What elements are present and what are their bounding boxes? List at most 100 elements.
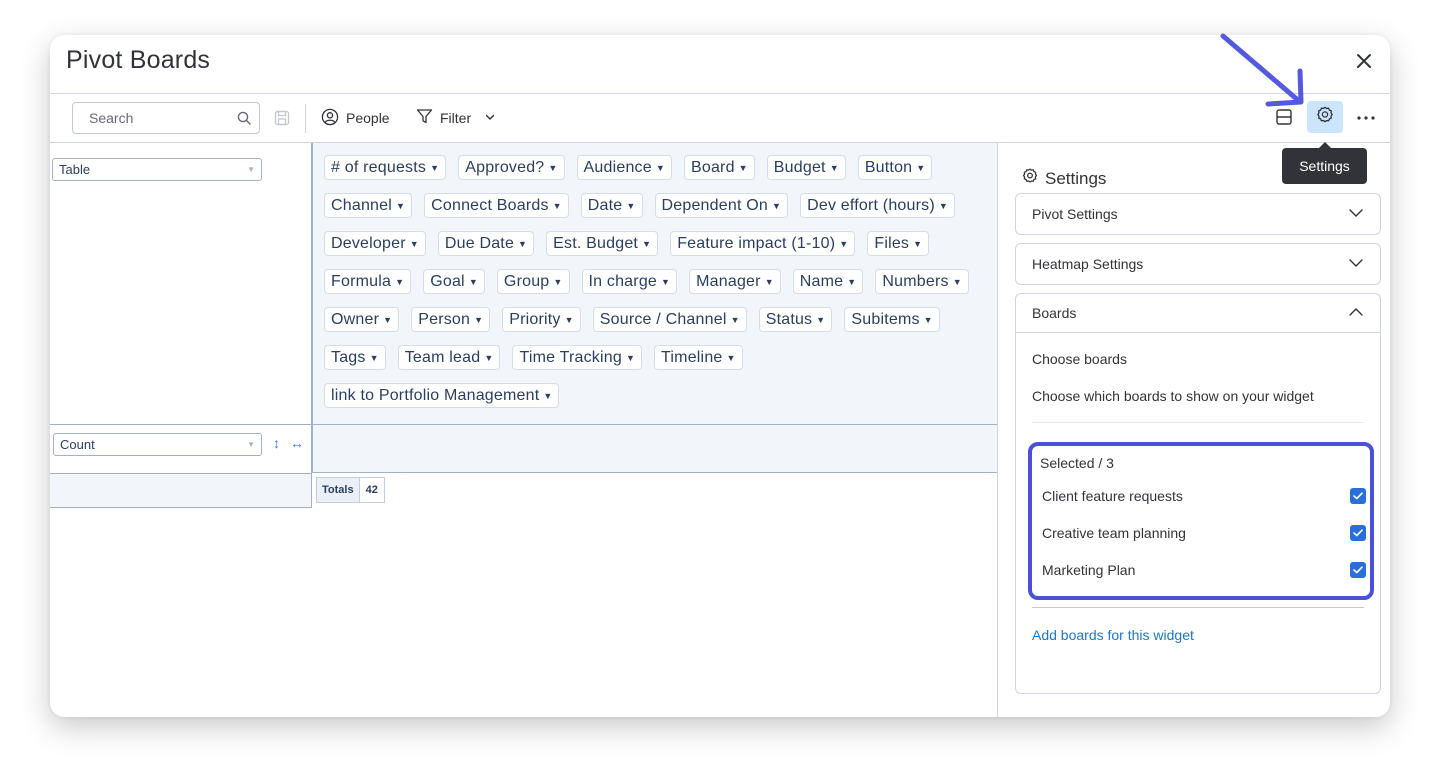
attribute-chip[interactable]: Goal ▼ (423, 269, 485, 294)
attribute-chip[interactable]: Audience ▼ (576, 155, 672, 180)
attribute-chip[interactable]: Person ▼ (411, 307, 491, 332)
dropdown-triangle-icon[interactable]: ▼ (469, 277, 478, 287)
attribute-label: Est. Budget (553, 234, 639, 252)
toolbar: People Filter (50, 93, 1390, 143)
search-icon[interactable] (237, 111, 251, 130)
attribute-chip[interactable]: # of requests ▼ (324, 155, 447, 180)
col-order-icon[interactable]: ↔ (290, 435, 304, 451)
select-arrow-icon: ▼ (247, 165, 255, 174)
renderer-cell: Table ▼ (50, 143, 312, 424)
board-row[interactable]: Marketing Plan (1042, 562, 1366, 578)
board-checkbox[interactable] (1350, 525, 1366, 541)
attribute-chip[interactable]: Dependent On ▼ (654, 193, 789, 218)
dropdown-triangle-icon[interactable]: ▼ (484, 353, 493, 363)
attribute-chip[interactable]: Owner ▼ (324, 307, 400, 332)
board-row[interactable]: Client feature requests (1042, 488, 1366, 504)
attribute-chip[interactable]: Developer ▼ (324, 231, 426, 256)
dropdown-triangle-icon[interactable]: ▼ (642, 239, 651, 249)
attribute-chip[interactable]: Dev effort (hours) ▼ (800, 193, 955, 218)
attribute-label: Formula (331, 272, 392, 290)
dropdown-triangle-icon[interactable]: ▼ (739, 163, 748, 173)
dropdown-triangle-icon[interactable]: ▼ (953, 277, 962, 287)
dropdown-triangle-icon[interactable]: ▼ (816, 315, 825, 325)
pivot-settings-toggle[interactable]: Pivot Settings (1016, 194, 1380, 234)
dropdown-triangle-icon[interactable]: ▼ (913, 239, 922, 249)
dropdown-triangle-icon[interactable]: ▼ (847, 277, 856, 287)
dropdown-triangle-icon[interactable]: ▼ (395, 277, 404, 287)
attribute-chip[interactable]: Board ▼ (683, 155, 755, 180)
attribute-chip[interactable]: Manager ▼ (689, 269, 781, 294)
row-drop-zone[interactable] (50, 473, 312, 508)
column-drop-zone[interactable] (312, 424, 998, 473)
dropdown-triangle-icon[interactable]: ▼ (626, 201, 635, 211)
dropdown-triangle-icon[interactable]: ▼ (765, 277, 774, 287)
attribute-chip[interactable]: Group ▼ (496, 269, 570, 294)
attribute-chip[interactable]: Connect Boards ▼ (424, 193, 569, 218)
dropdown-triangle-icon[interactable]: ▼ (661, 277, 670, 287)
more-options-icon[interactable] (1352, 104, 1380, 132)
dropdown-triangle-icon[interactable]: ▼ (830, 163, 839, 173)
dropdown-triangle-icon[interactable]: ▼ (396, 201, 405, 211)
filter-button[interactable]: Filter (416, 102, 496, 134)
attribute-chip[interactable]: Button ▼ (857, 155, 933, 180)
attribute-chip[interactable]: link to Portfolio Management ▼ (324, 383, 560, 408)
attribute-chip[interactable]: Numbers ▼ (875, 269, 969, 294)
board-checkbox[interactable] (1350, 562, 1366, 578)
dropdown-triangle-icon[interactable]: ▼ (383, 315, 392, 325)
dropdown-triangle-icon[interactable]: ▼ (772, 201, 781, 211)
attribute-chip[interactable]: Date ▼ (580, 193, 643, 218)
settings-button[interactable] (1307, 101, 1343, 133)
attribute-chip[interactable]: In charge ▼ (581, 269, 678, 294)
dropdown-triangle-icon[interactable]: ▼ (430, 163, 439, 173)
attribute-chip[interactable]: Feature impact (1-10) ▼ (670, 231, 856, 256)
dropdown-triangle-icon[interactable]: ▼ (916, 163, 925, 173)
dropdown-triangle-icon[interactable]: ▼ (553, 201, 562, 211)
attribute-chip[interactable]: Channel ▼ (324, 193, 413, 218)
dropdown-triangle-icon[interactable]: ▼ (939, 201, 948, 211)
attribute-chip[interactable]: Formula ▼ (324, 269, 412, 294)
dropdown-triangle-icon[interactable]: ▼ (727, 353, 736, 363)
attribute-chip[interactable]: Name ▼ (792, 269, 864, 294)
close-icon[interactable] (1352, 49, 1376, 73)
attribute-chip[interactable]: Time Tracking ▼ (512, 345, 643, 370)
layout-icon[interactable] (1274, 107, 1294, 132)
dropdown-triangle-icon[interactable]: ▼ (370, 353, 379, 363)
divider (1032, 607, 1364, 608)
dropdown-triangle-icon[interactable]: ▼ (518, 239, 527, 249)
dropdown-triangle-icon[interactable]: ▼ (474, 315, 483, 325)
board-checkbox[interactable] (1350, 488, 1366, 504)
renderer-select[interactable]: Table ▼ (52, 158, 262, 181)
aggregator-select[interactable]: Count ▼ (53, 433, 262, 456)
dropdown-triangle-icon[interactable]: ▼ (565, 315, 574, 325)
attribute-chip[interactable]: Budget ▼ (766, 155, 846, 180)
attribute-chip[interactable]: Status ▼ (758, 307, 833, 332)
attribute-chip[interactable]: Team lead ▼ (397, 345, 501, 370)
dropdown-triangle-icon[interactable]: ▼ (656, 163, 665, 173)
dropdown-triangle-icon[interactable]: ▼ (553, 277, 562, 287)
row-order-icon[interactable]: ↕ (273, 435, 280, 451)
attribute-chip[interactable]: Priority ▼ (502, 307, 581, 332)
attribute-chip[interactable]: Source / Channel ▼ (592, 307, 747, 332)
select-arrow-icon: ▼ (247, 440, 255, 449)
search-input[interactable] (73, 103, 259, 133)
attribute-chip[interactable]: Approved? ▼ (458, 155, 565, 180)
attribute-chip[interactable]: Subitems ▼ (844, 307, 940, 332)
attribute-chip[interactable]: Due Date ▼ (437, 231, 535, 256)
attribute-chip[interactable]: Timeline ▼ (654, 345, 743, 370)
add-boards-link[interactable]: Add boards for this widget (1032, 627, 1194, 643)
dropdown-triangle-icon[interactable]: ▼ (731, 315, 740, 325)
dropdown-triangle-icon[interactable]: ▼ (410, 239, 419, 249)
attribute-chip[interactable]: Tags ▼ (324, 345, 386, 370)
heatmap-settings-toggle[interactable]: Heatmap Settings (1016, 244, 1380, 284)
dropdown-triangle-icon[interactable]: ▼ (548, 163, 557, 173)
attribute-chip[interactable]: Est. Budget ▼ (546, 231, 659, 256)
dropdown-triangle-icon[interactable]: ▼ (839, 239, 848, 249)
board-row[interactable]: Creative team planning (1042, 525, 1366, 541)
people-filter-button[interactable]: People (321, 102, 390, 134)
dropdown-triangle-icon[interactable]: ▼ (924, 315, 933, 325)
attribute-chip[interactable]: Files ▼ (867, 231, 930, 256)
dropdown-triangle-icon[interactable]: ▼ (543, 391, 552, 401)
save-view-icon[interactable] (274, 110, 290, 131)
dropdown-triangle-icon[interactable]: ▼ (626, 353, 635, 363)
boards-toggle[interactable]: Boards (1016, 294, 1380, 333)
